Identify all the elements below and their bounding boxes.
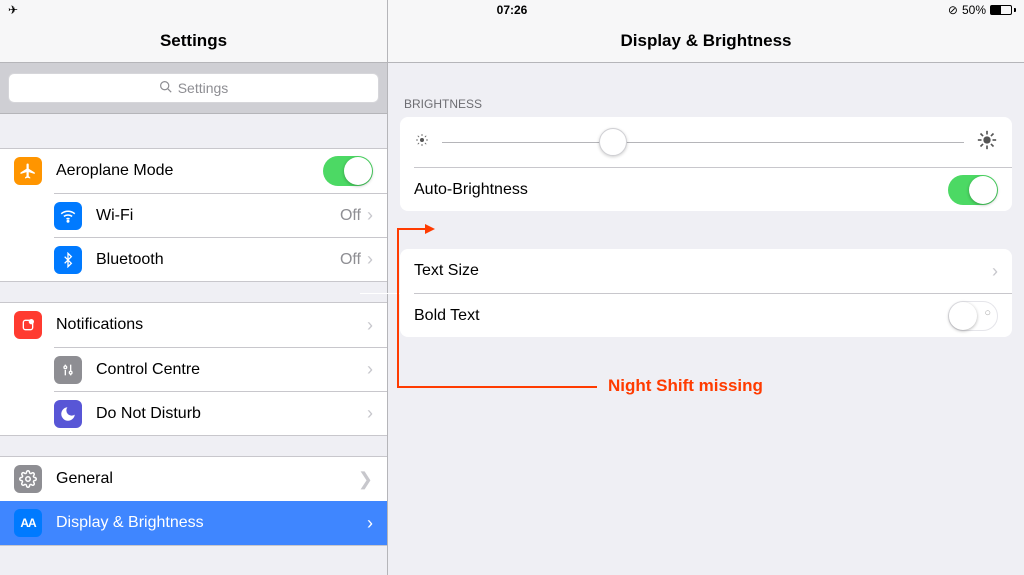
chevron-right-icon: ❯ [358, 469, 373, 490]
sidebar-item-label: General [56, 470, 352, 488]
brightness-slider-cell [400, 117, 1012, 167]
brightness-group: Auto-Brightness [400, 117, 1012, 211]
text-size-label: Text Size [414, 262, 986, 280]
notifications-icon [14, 311, 42, 339]
sun-low-icon [414, 132, 430, 153]
detail-title: Display & Brightness [621, 31, 792, 51]
sidebar-item-label: Bluetooth [96, 251, 340, 269]
battery-icon [990, 5, 1016, 15]
sidebar-item-label: Wi-Fi [96, 207, 340, 225]
search-icon [159, 80, 172, 96]
settings-sidebar: Settings Settings Aeroplane ModeWi-FiOff… [0, 0, 388, 575]
sidebar-item-dnd[interactable]: Do Not Disturb › [54, 391, 387, 435]
bluetooth-icon [54, 246, 82, 274]
annotation-text: Night Shift missing [608, 376, 763, 396]
airplane-toggle[interactable] [323, 156, 373, 186]
auto-brightness-toggle[interactable] [948, 175, 998, 205]
control-centre-icon [54, 356, 82, 384]
chevron-right-icon: › [367, 249, 373, 270]
sidebar-item-wifi[interactable]: Wi-FiOff › [54, 193, 387, 237]
sidebar-item-label: Notifications [56, 316, 361, 334]
chevron-right-icon: › [367, 315, 373, 336]
sidebar-item-display[interactable]: AA Display & Brightness › [0, 501, 387, 545]
annotation-line [397, 228, 425, 230]
sidebar-item-label: Control Centre [96, 361, 361, 379]
airplane-status-icon: ✈ [8, 3, 18, 17]
sidebar-item-notifications[interactable]: Notifications › [0, 303, 387, 347]
battery-percent: 50% [962, 3, 986, 17]
sidebar-item-airplane[interactable]: Aeroplane Mode [0, 149, 387, 193]
bold-text-label: Bold Text [414, 307, 948, 325]
brightness-slider[interactable] [442, 142, 964, 143]
chevron-right-icon: › [992, 261, 998, 282]
chevron-right-icon: › [367, 359, 373, 380]
wifi-icon [54, 202, 82, 230]
sidebar-item-bluetooth[interactable]: BluetoothOff › [54, 237, 387, 281]
sidebar-title: Settings [160, 31, 227, 51]
sidebar-item-label: Display & Brightness [56, 514, 361, 532]
search-input[interactable]: Settings [8, 73, 379, 103]
annotation-arrow-icon [425, 224, 435, 234]
sun-high-icon [976, 129, 998, 156]
bold-text-cell: Bold Text [414, 293, 1012, 337]
sidebar-item-label: Aeroplane Mode [56, 162, 323, 180]
detail-pane: Display & Brightness BRIGHTNESS Auto-Bri… [388, 0, 1024, 575]
annotation-line [397, 386, 597, 388]
status-time: 07:26 [497, 3, 528, 17]
search-bar: Settings [0, 63, 387, 114]
sidebar-item-value: Off [340, 251, 361, 269]
auto-brightness-cell: Auto-Brightness [414, 167, 1012, 211]
chevron-right-icon: › [367, 205, 373, 226]
general-icon [14, 465, 42, 493]
brightness-slider-knob[interactable] [599, 128, 627, 156]
brightness-header: BRIGHTNESS [388, 63, 1024, 117]
display-icon: AA [14, 509, 42, 537]
text-size-cell[interactable]: Text Size › [400, 249, 1012, 293]
airplane-icon [14, 157, 42, 185]
auto-brightness-label: Auto-Brightness [414, 181, 948, 199]
sidebar-item-general[interactable]: General ❯ [0, 457, 387, 501]
status-bar: ✈ 07:26 ⊘ 50% [0, 0, 1024, 20]
dnd-icon [54, 400, 82, 428]
text-group: Text Size › Bold Text [400, 249, 1012, 337]
sidebar-item-control-centre[interactable]: Control Centre › [54, 347, 387, 391]
orientation-lock-icon: ⊘ [948, 3, 958, 17]
annotation-line [397, 228, 399, 388]
sidebar-item-label: Do Not Disturb [96, 405, 361, 423]
sidebar-item-value: Off [340, 207, 361, 225]
bold-text-toggle[interactable] [948, 301, 998, 331]
chevron-right-icon: › [367, 513, 373, 534]
chevron-right-icon: › [367, 403, 373, 424]
